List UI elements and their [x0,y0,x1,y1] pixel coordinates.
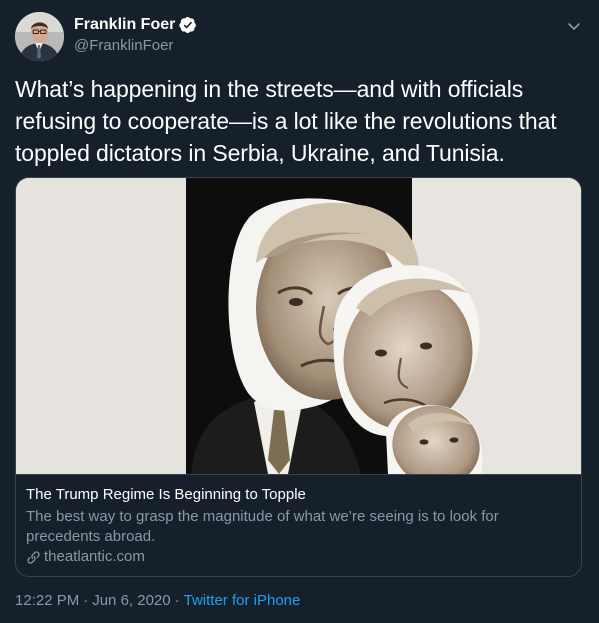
link-icon [26,550,41,565]
card-title[interactable]: The Trump Regime Is Beginning to Topple [26,485,573,505]
tweet-meta: 12:22 PM · Jun 6, 2020 · Twitter for iPh… [15,592,300,609]
tweet-date[interactable]: Jun 6, 2020 [92,592,170,609]
tweet-source-link[interactable]: Twitter for iPhone [184,592,301,609]
tweet[interactable]: Franklin Foer @FranklinFoer What’s happe… [0,0,599,623]
card-domain[interactable]: theatlantic.com [26,547,573,567]
display-name-row: Franklin Foer [74,14,197,36]
author-names: Franklin Foer @FranklinFoer [74,14,197,54]
link-card[interactable]: The Trump Regime Is Beginning to Topple … [15,177,582,577]
card-body[interactable]: The Trump Regime Is Beginning to Topple … [16,474,581,576]
tweet-header: Franklin Foer @FranklinFoer [15,10,584,61]
verified-badge-icon [179,16,197,34]
card-description: The best way to grasp the magnitude of w… [26,508,499,545]
chevron-down-icon[interactable] [564,16,584,36]
meta-separator: · [83,592,89,609]
tweet-time[interactable]: 12:22 PM [15,592,79,609]
avatar[interactable] [15,12,64,61]
author-handle[interactable]: @FranklinFoer [74,37,197,54]
display-name[interactable]: Franklin Foer [74,16,175,34]
card-domain-text: theatlantic.com [44,548,145,565]
card-image[interactable] [16,178,581,474]
meta-separator: · [174,592,180,609]
tweet-text: What’s happening in the streets—and with… [15,76,557,166]
